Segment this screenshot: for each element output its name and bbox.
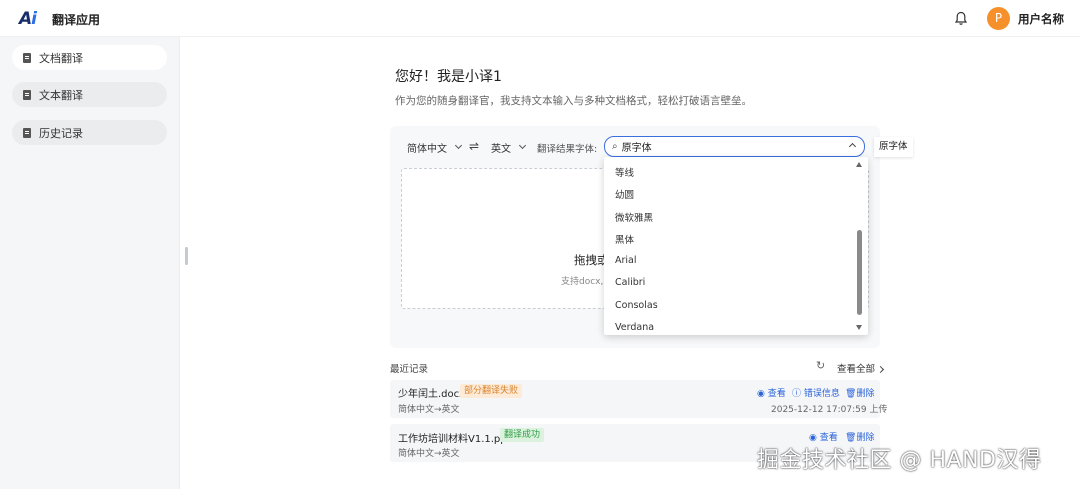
source-language-select[interactable]: 简体中文 [407,140,463,155]
chevron-up-icon [848,142,857,151]
view-all-label: 查看全部 [837,364,876,375]
swap-languages-icon[interactable]: ⇌ [469,139,479,153]
dropdown-scrollbar-thumb[interactable] [857,230,862,315]
document-icon [23,89,31,100]
target-language-select[interactable]: 英文 [491,140,527,155]
username[interactable]: 用户名称 [1018,11,1064,27]
font-select[interactable]: ⌕ 原字体 [604,136,865,157]
font-option[interactable]: Arial [615,255,637,266]
app-logo[interactable]: Ai [19,9,37,29]
sidebar-item-history[interactable]: 历史记录 [12,120,167,145]
record-filename[interactable]: 少年闰土.docx [398,385,465,400]
bell-icon[interactable] [954,11,968,26]
chevron-right-icon [876,365,885,374]
watermark: 掘金技术社区 @ HAND汉得 [757,448,1042,473]
scroll-down-icon[interactable] [856,325,862,330]
view-all-link[interactable]: 查看全部 [837,361,885,375]
font-option[interactable]: 黑体 [615,232,634,246]
app-title: 翻译应用 [52,13,101,27]
search-icon: ⌕ [612,141,618,152]
greeting-subtitle: 作为您的随身翻译官，我支持文本输入与多种文档格式，轻松打破语言壁垒。 [395,95,752,107]
font-dropdown-menu: 等线 幼圆 微软雅黑 黑体 Arial Calibri Consolas Ver… [604,157,868,335]
recent-records-title: 最近记录 [390,364,429,375]
error-info-label: 错误信息 [803,389,840,399]
view-label: 查看 [767,389,786,399]
font-option[interactable]: Consolas [615,300,658,311]
sidebar-item-doc-translate[interactable]: 文档翻译 [12,45,167,70]
dropzone-title: 拖拽或 [574,253,604,267]
refresh-icon[interactable]: ↻ [816,359,825,372]
delete-label: 删除 [856,389,875,399]
view-button[interactable]: ◉ 查看 [757,386,786,399]
dropzone-hint: 支持docx,p [561,277,605,287]
record-languages: 简体中文→英文 [398,449,460,459]
font-select-value: 原字体 [621,143,652,154]
delete-button[interactable]: 🗑删除 [845,386,874,399]
font-option[interactable]: 微软雅黑 [615,210,653,224]
font-option[interactable]: 等线 [615,165,634,179]
document-icon [23,127,31,138]
sidebar-item-label: 文档翻译 [39,51,83,65]
avatar[interactable]: P [987,7,1010,30]
document-icon [23,52,31,63]
record-languages: 简体中文→英文 [398,405,460,415]
greeting-title: 您好！我是小译1 [395,69,502,85]
target-language-value: 英文 [491,143,511,155]
sidebar-item-label: 文本翻译 [39,88,83,102]
font-option[interactable]: Calibri [615,277,645,288]
font-select-label: 翻译结果字体: [537,144,598,155]
scroll-up-icon[interactable] [856,162,862,167]
font-option[interactable]: 幼圆 [615,187,634,201]
error-info-button[interactable]: ⓘ 错误信息 [792,386,840,399]
app-header: Ai 翻译应用 P 用户名称 [0,0,1080,37]
status-badge: 部分翻译失败 [460,384,523,398]
font-preview: 原字体 [874,137,913,157]
source-language-value: 简体中文 [407,143,447,155]
sidebar-item-label: 历史记录 [39,126,83,140]
sidebar-item-text-translate[interactable]: 文本翻译 [12,82,167,107]
sidebar-resize-handle[interactable] [185,247,188,265]
upload-timestamp: 2025-12-12 17:07:59 上传 [771,405,888,415]
record-filename[interactable]: 工作坊培训材料V1.1.pptx [398,430,516,445]
status-badge: 翻译成功 [500,428,545,442]
chevron-down-icon [454,141,463,150]
chevron-down-icon [518,141,527,150]
font-option[interactable]: Verdana [615,322,654,333]
